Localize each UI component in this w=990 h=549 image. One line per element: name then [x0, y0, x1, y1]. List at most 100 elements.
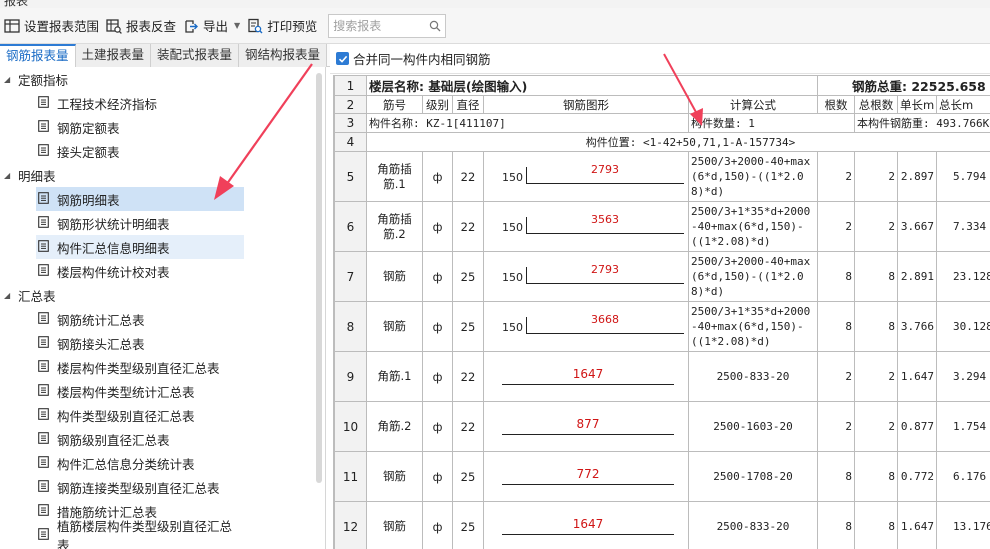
tree-item[interactable]: 接头定额表	[36, 139, 244, 163]
tree-item[interactable]: 钢筋明细表	[36, 187, 244, 211]
merge-checkbox[interactable]	[336, 52, 349, 65]
print-preview-icon	[248, 18, 263, 33]
bar-formula: 2500-1708-20	[688, 451, 818, 502]
tree-item[interactable]: 构件汇总信息分类统计表	[36, 451, 244, 475]
bar-count: 8	[817, 501, 855, 549]
rebar-shape: 150 2793	[486, 153, 686, 201]
hook-length: 150	[502, 220, 523, 234]
table-search-icon	[106, 18, 122, 34]
tree-item[interactable]: 构件类型级别直径汇总表	[36, 403, 244, 427]
rebar-length: 772	[576, 466, 600, 481]
tab-civil-report[interactable]: 土建报表量	[75, 44, 152, 67]
rebar-body-line	[526, 282, 684, 284]
bar-grade: ф	[422, 301, 453, 352]
row-number: 1	[334, 75, 367, 96]
collapse-caret-icon[interactable]: ◢	[4, 75, 18, 84]
bar-diameter: 22	[452, 351, 484, 402]
tree-item[interactable]: 钢筋连接类型级别直径汇总表	[36, 475, 244, 499]
tree-item[interactable]: 楼层构件统计校对表	[36, 259, 244, 283]
table-row[interactable]: 5 角筋插筋.1 ф 22 150 2793 2500/3+2000-40+max(6*d,…	[334, 151, 990, 202]
merge-checkbox-label: 合并同一构件内相同钢筋	[353, 52, 491, 67]
rebar-length: 877	[576, 416, 600, 431]
floor-name: 楼层名称: 基础层(绘图输入)	[366, 75, 818, 96]
row-number: 7	[334, 251, 367, 302]
report-sheet[interactable]: 1 楼层名称: 基础层(绘图输入) 钢筋总重: 22525.658 2 筋号 级…	[333, 75, 990, 549]
report-reverse-lookup-button[interactable]: 报表反查	[104, 13, 181, 39]
row-number: 4	[334, 132, 367, 152]
report-doc-icon	[38, 119, 49, 135]
tree-item[interactable]: 钢筋级别直径汇总表	[36, 427, 244, 451]
bar-diameter: 25	[452, 451, 484, 502]
hook-length: 150	[502, 170, 523, 184]
tree-item[interactable]: 构件汇总信息明细表	[36, 235, 244, 259]
total-rebar-weight: 钢筋总重: 22525.658	[817, 75, 990, 96]
export-button[interactable]: 导出 ▼	[181, 13, 245, 39]
table-row: 3 构件名称: KZ-1[411107] 构件数量: 1 本构件钢筋重: 493…	[334, 113, 990, 133]
bar-count: 8	[817, 451, 855, 502]
tree-item[interactable]: 楼层构件类型级别直径汇总表	[36, 355, 244, 379]
bar-shape-cell: 877	[483, 401, 689, 452]
bar-grade: ф	[422, 151, 453, 202]
tree-group-quota[interactable]: ◢ 定额指标	[0, 67, 325, 91]
table-row[interactable]: 8 钢筋 ф 25 150 3668 2500/3+1*35*d+2000-40+max(6…	[334, 301, 990, 352]
bar-diameter: 22	[452, 151, 484, 202]
report-doc-icon	[38, 239, 49, 255]
collapse-caret-icon[interactable]: ◢	[4, 171, 18, 180]
header-grade: 级别	[422, 95, 453, 114]
report-search-input[interactable]	[333, 18, 426, 33]
report-doc-icon	[38, 503, 49, 519]
report-reverse-lookup-label: 报表反查	[126, 19, 177, 34]
rebar-detail-table: 1 楼层名称: 基础层(绘图输入) 钢筋总重: 22525.658 2 筋号 级…	[334, 75, 990, 549]
export-dropdown-icon[interactable]: ▼	[234, 21, 240, 30]
report-doc-icon	[38, 311, 49, 327]
table-row[interactable]: 9 角筋.1 ф 22 1647 2500-833-20 2 2 1.647 3.294	[334, 351, 990, 402]
report-doc-icon	[38, 455, 49, 471]
bar-diameter: 25	[452, 251, 484, 302]
tree-item[interactable]: 钢筋接头汇总表	[36, 331, 244, 355]
setup-report-range-button[interactable]: 设置报表范围	[2, 13, 104, 39]
tree-item[interactable]: 钢筋定额表	[36, 115, 244, 139]
collapse-caret-icon[interactable]: ◢	[4, 291, 18, 300]
bar-shape-cell: 150 3668	[483, 301, 689, 352]
report-doc-icon	[38, 479, 49, 495]
bar-unit-length: 3.667	[897, 201, 937, 252]
table-row[interactable]: 10 角筋.2 ф 22 877 2500-1603-20 2 2 0.877 1.754	[334, 401, 990, 452]
bar-total-length: 13.176	[936, 501, 990, 549]
header-shape: 钢筋图形	[483, 95, 689, 114]
table-row[interactable]: 7 钢筋 ф 25 150 2793 2500/3+2000-40+max(6*d,150)…	[334, 251, 990, 302]
table-row[interactable]: 12 钢筋 ф 25 1647 2500-833-20 8 8 1.647 13.176	[334, 501, 990, 549]
tree-item[interactable]: 钢筋形状统计明细表	[36, 211, 244, 235]
bar-total-count: 8	[854, 301, 898, 352]
search-icon[interactable]	[429, 20, 441, 32]
rebar-shape: 1647	[486, 503, 686, 549]
bar-grade: ф	[422, 251, 453, 302]
bar-shape-cell: 150 2793	[483, 151, 689, 202]
tab-prefab-report[interactable]: 装配式报表量	[151, 44, 240, 67]
report-search-box[interactable]	[328, 13, 447, 38]
row-number: 2	[334, 95, 367, 114]
bar-id: 钢筋	[366, 251, 423, 302]
bar-total-length: 23.128	[936, 251, 990, 302]
print-preview-button[interactable]: 打印预览	[245, 13, 322, 39]
table-row[interactable]: 6 角筋插筋.2 ф 22 150 3563 2500/3+1*35*d+2000-40+m…	[334, 201, 990, 252]
row-number: 12	[334, 501, 367, 549]
tree-group-detail[interactable]: ◢ 明细表	[0, 163, 325, 187]
tree-group-summary[interactable]: ◢ 汇总表	[0, 283, 325, 307]
tree-scrollbar[interactable]	[316, 73, 322, 483]
rebar-straight-line	[502, 383, 674, 385]
tree-item[interactable]: 楼层构件类型统计汇总表	[36, 379, 244, 403]
tree-item[interactable]: 工程技术经济指标	[36, 91, 244, 115]
tab-steel-report[interactable]: 钢结构报表量	[239, 44, 328, 67]
bar-total-count: 2	[854, 401, 898, 452]
table-row[interactable]: 11 钢筋 ф 25 772 2500-1708-20 8 8 0.772 6.176	[334, 451, 990, 502]
bar-unit-length: 0.772	[897, 451, 937, 502]
tree-item[interactable]: 植筋楼层构件类型级别直径汇总表	[36, 519, 244, 549]
rebar-length: 1647	[572, 366, 604, 381]
tab-rebar-report[interactable]: 钢筋报表量	[0, 44, 76, 67]
tree-item-label: 钢筋定额表	[57, 120, 120, 136]
export-icon	[185, 19, 199, 33]
tree-item[interactable]: 钢筋统计汇总表	[36, 307, 244, 331]
bar-shape-cell: 772	[483, 451, 689, 502]
bar-formula: 2500-833-20	[688, 501, 818, 549]
row-number: 3	[334, 113, 367, 133]
